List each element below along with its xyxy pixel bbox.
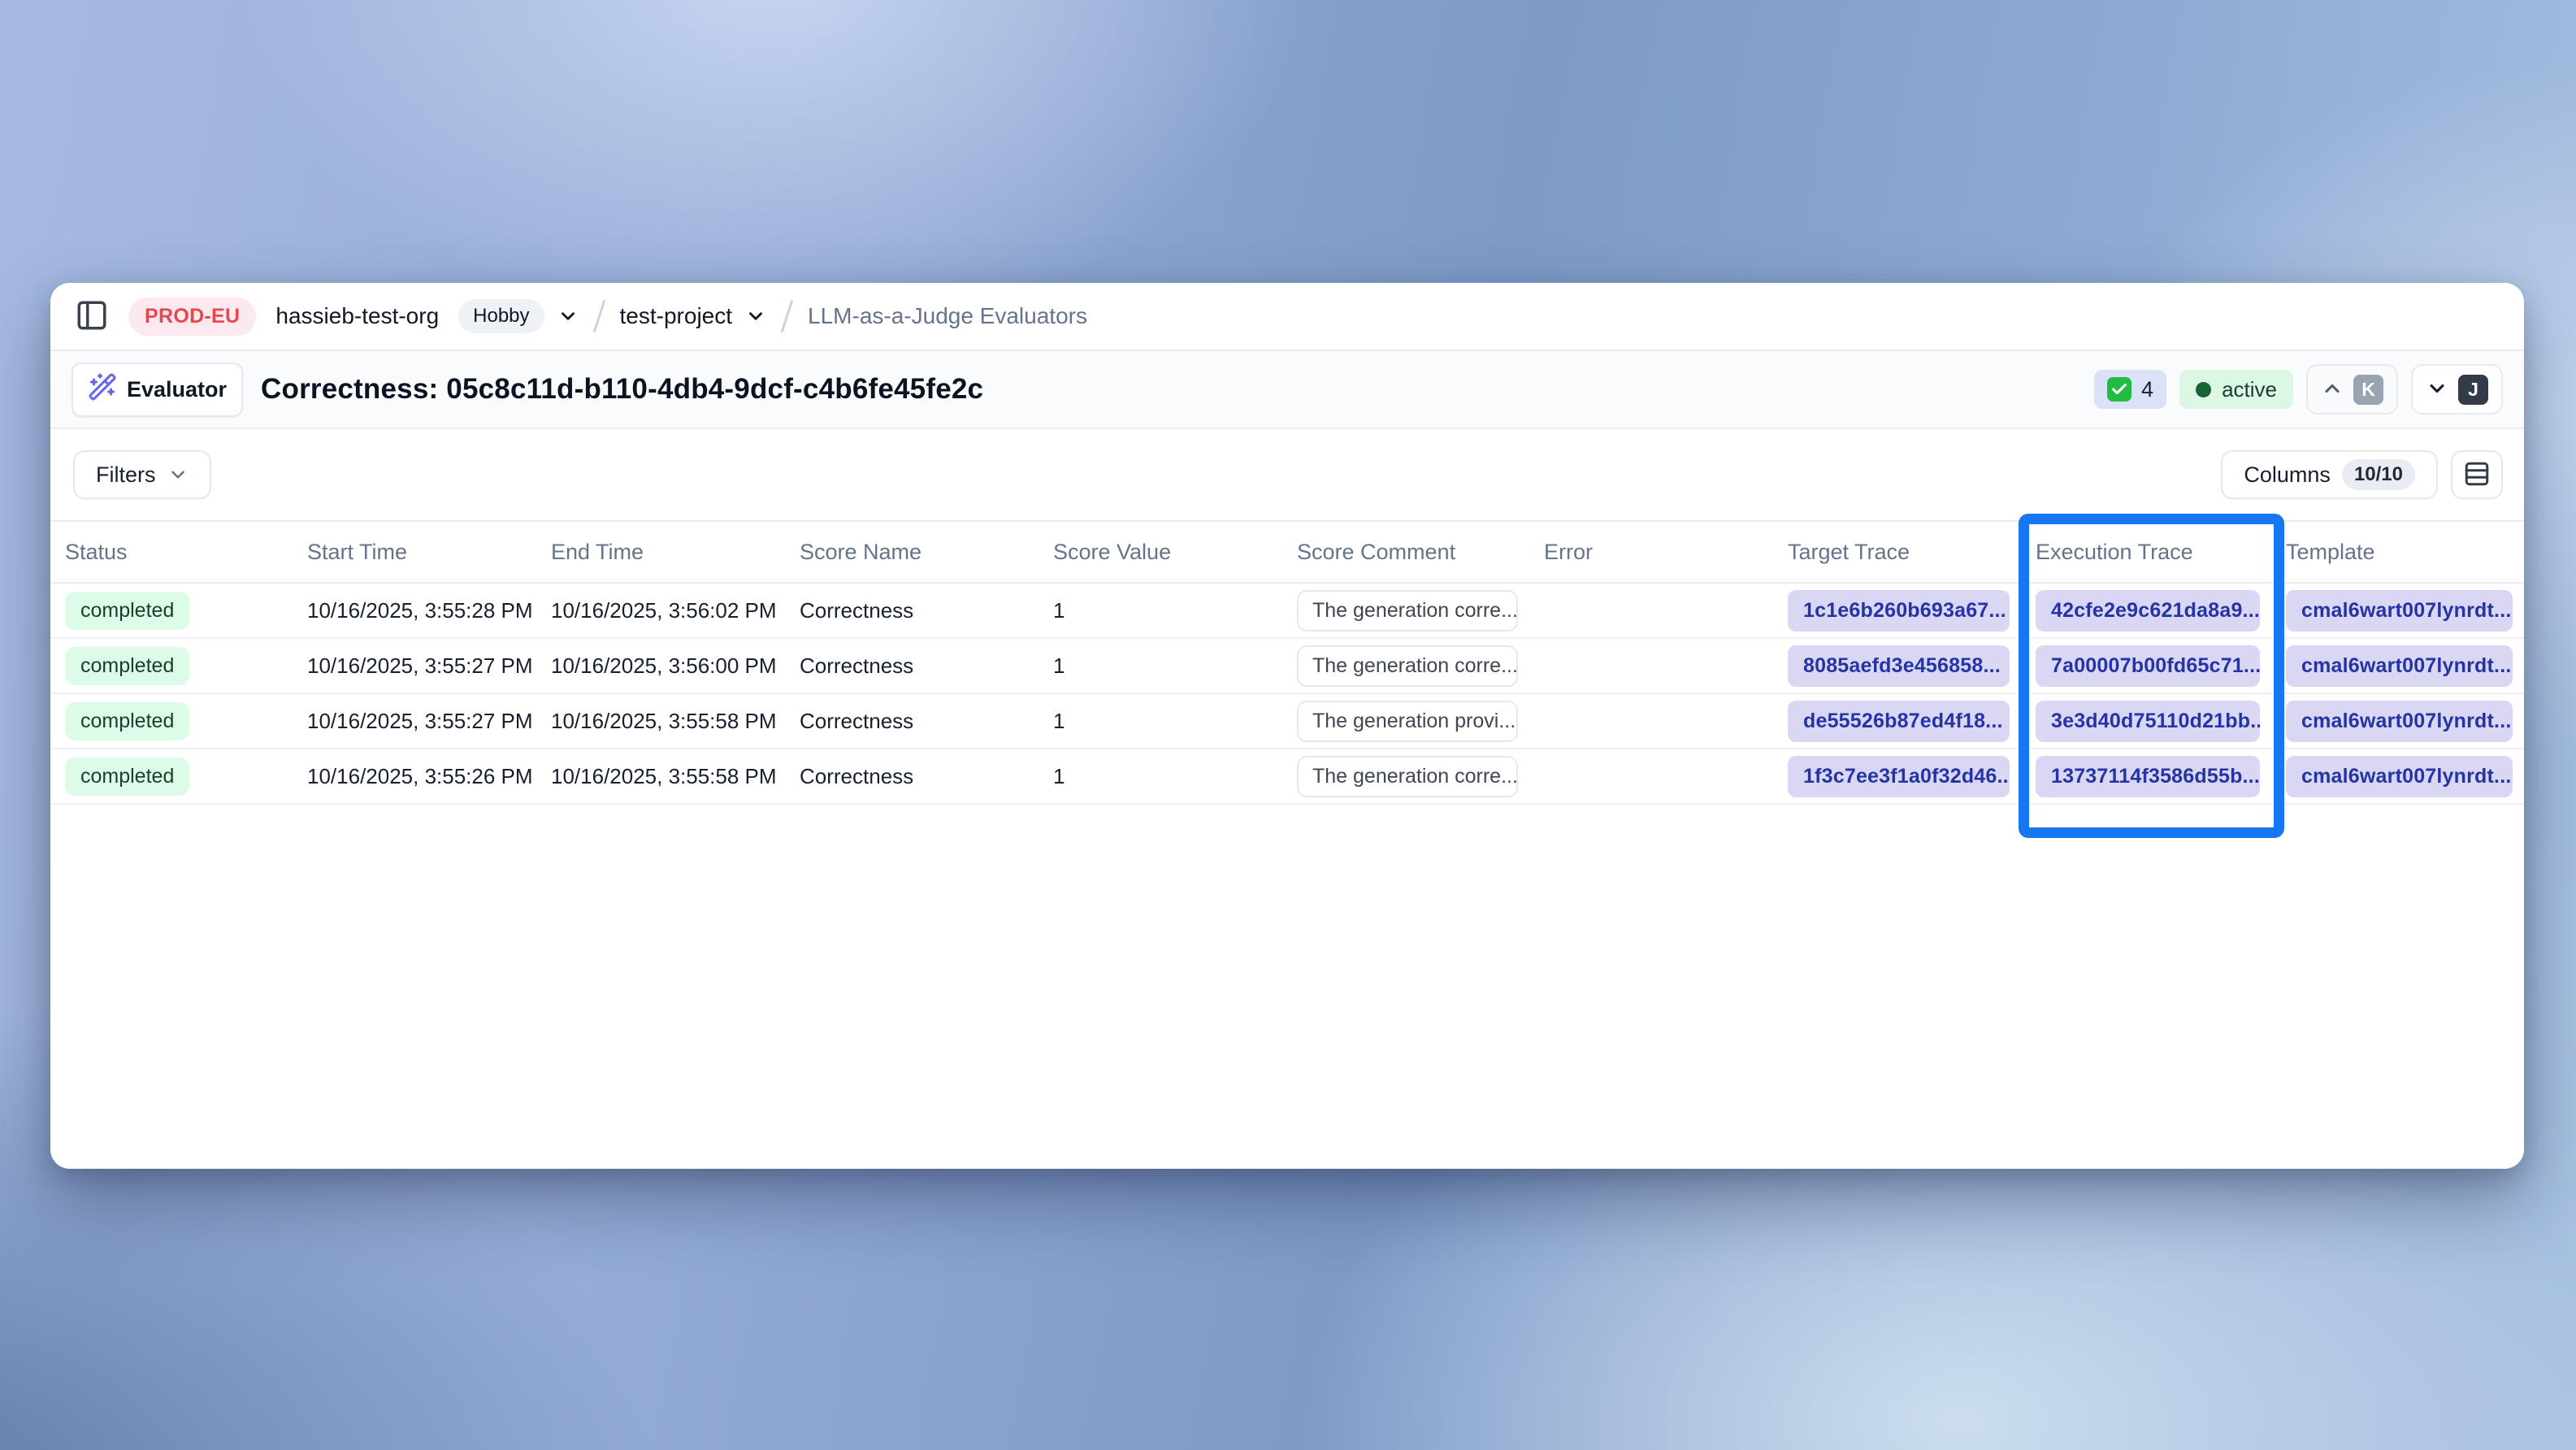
table-toolbar: Filters Columns 10/10 (50, 429, 2524, 520)
table-row[interactable]: completed 10/16/2025, 3:55:28 PM 10/16/2… (50, 584, 2524, 639)
breadcrumb-org[interactable]: hassieb-test-org (275, 303, 439, 329)
column-header-error: Error (1529, 540, 1773, 565)
columns-label: Columns (2244, 462, 2331, 488)
column-header-target-trace: Target Trace (1773, 540, 2021, 565)
score-comment-pill[interactable]: The generation corre... (1297, 645, 1518, 687)
panel-left-icon (75, 298, 109, 335)
wand-sparkles-icon (88, 372, 117, 407)
column-header-template: Template (2271, 540, 2524, 565)
column-header-end-time: End Time (536, 540, 785, 565)
status-badge: completed (65, 702, 189, 740)
target-trace-link[interactable]: 1c1e6b260b693a67... (1788, 590, 2010, 632)
score-name: Correctness (800, 653, 913, 679)
columns-count-badge: 10/10 (2342, 459, 2415, 490)
keyboard-shortcut-k: K (2353, 375, 2383, 405)
template-link[interactable]: cmal6wart007lynrdt... (2286, 590, 2513, 632)
score-comment-pill[interactable]: The generation corre... (1297, 756, 1518, 797)
evaluation-log-table: Status Start Time End Time Score Name Sc… (50, 520, 2524, 1169)
next-item-button[interactable]: J (2411, 364, 2503, 415)
target-trace-link[interactable]: de55526b87ed4f18... (1788, 701, 2010, 742)
plan-badge: Hobby (458, 299, 544, 333)
execution-trace-link[interactable]: 13737114f3586d55b... (2036, 756, 2260, 797)
table-row[interactable]: completed 10/16/2025, 3:55:26 PM 10/16/2… (50, 749, 2524, 805)
breadcrumb-page-label: LLM-as-a-Judge Evaluators (808, 303, 1087, 329)
table-header-row: Status Start Time End Time Score Name Sc… (50, 520, 2524, 584)
column-header-score-comment: Score Comment (1282, 540, 1529, 565)
breadcrumb-separator (781, 300, 794, 333)
breadcrumb: PROD-EU hassieb-test-org Hobby test-proj… (50, 283, 2524, 351)
filters-label: Filters (96, 462, 156, 488)
execution-trace-link[interactable]: 7a00007b00fd65c71... (2036, 645, 2260, 687)
score-comment-pill[interactable]: The generation provi... (1297, 701, 1518, 742)
template-link[interactable]: cmal6wart007lynrdt... (2286, 645, 2513, 687)
column-header-start-time: Start Time (293, 540, 536, 565)
end-time: 10/16/2025, 3:56:02 PM (551, 598, 777, 623)
column-header-score-name: Score Name (785, 540, 1039, 565)
start-time: 10/16/2025, 3:55:27 PM (307, 653, 533, 679)
score-comment-pill[interactable]: The generation corre... (1297, 590, 1518, 632)
status-dot-icon (2196, 382, 2211, 397)
filters-button[interactable]: Filters (73, 450, 211, 499)
keyboard-shortcut-j: J (2458, 375, 2488, 405)
template-link[interactable]: cmal6wart007lynrdt... (2286, 756, 2513, 797)
status-badge: completed (65, 758, 189, 796)
status-badge[interactable]: active (2179, 370, 2293, 409)
evaluator-type-label: Evaluator (127, 377, 227, 402)
status-label: active (2222, 377, 2277, 402)
column-header-execution-trace: Execution Trace (2021, 540, 2271, 565)
score-name: Correctness (800, 598, 913, 623)
chevron-down-icon (167, 464, 189, 485)
score-value: 1 (1053, 764, 1065, 789)
execution-trace-link[interactable]: 3e3d40d75110d21bb... (2036, 701, 2260, 742)
evaluator-header: Evaluator Correctness: 05c8c11d-b110-4db… (50, 351, 2524, 429)
success-count-value: 4 (2141, 377, 2153, 402)
project-switcher-chevron-down-icon[interactable] (745, 306, 766, 327)
target-trace-link[interactable]: 1f3c7ee3f1a0f32d46... (1788, 756, 2010, 797)
page-title: Correctness: 05c8c11d-b110-4db4-9dcf-c4b… (261, 373, 983, 406)
check-icon (2107, 377, 2131, 402)
environment-badge: PROD-EU (128, 297, 256, 336)
end-time: 10/16/2025, 3:56:00 PM (551, 653, 777, 679)
columns-button[interactable]: Columns 10/10 (2221, 450, 2438, 499)
sidebar-toggle-button[interactable] (75, 298, 109, 335)
chevron-down-icon (2426, 377, 2448, 402)
execution-trace-link[interactable]: 42cfe2e9c621da8a9... (2036, 590, 2260, 632)
breadcrumb-separator (592, 300, 605, 333)
score-value: 1 (1053, 598, 1065, 623)
status-badge: completed (65, 647, 189, 685)
end-time: 10/16/2025, 3:55:58 PM (551, 764, 777, 789)
score-name: Correctness (800, 764, 913, 789)
status-badge: completed (65, 592, 189, 630)
desktop-background: PROD-EU hassieb-test-org Hobby test-proj… (0, 0, 2576, 1450)
app-window: PROD-EU hassieb-test-org Hobby test-proj… (50, 283, 2524, 1169)
score-value: 1 (1053, 709, 1065, 734)
success-count-badge[interactable]: 4 (2094, 370, 2166, 409)
org-switcher-chevron-down-icon[interactable] (557, 306, 579, 327)
end-time: 10/16/2025, 3:55:58 PM (551, 709, 777, 734)
chevron-up-icon (2321, 377, 2344, 402)
breadcrumb-project[interactable]: test-project (620, 303, 733, 329)
table-row[interactable]: completed 10/16/2025, 3:55:27 PM 10/16/2… (50, 694, 2524, 749)
rows-icon (2463, 460, 2491, 490)
score-name: Correctness (800, 709, 913, 734)
table-row[interactable]: completed 10/16/2025, 3:55:27 PM 10/16/2… (50, 639, 2524, 694)
template-link[interactable]: cmal6wart007lynrdt... (2286, 701, 2513, 742)
start-time: 10/16/2025, 3:55:28 PM (307, 598, 533, 623)
column-header-score-value: Score Value (1039, 540, 1282, 565)
column-header-status: Status (50, 540, 293, 565)
score-value: 1 (1053, 653, 1065, 679)
row-height-button[interactable] (2451, 450, 2503, 499)
target-trace-link[interactable]: 8085aefd3e456858... (1788, 645, 2010, 687)
previous-item-button[interactable]: K (2306, 364, 2398, 415)
start-time: 10/16/2025, 3:55:26 PM (307, 764, 533, 789)
evaluator-type-badge: Evaluator (72, 362, 243, 417)
start-time: 10/16/2025, 3:55:27 PM (307, 709, 533, 734)
